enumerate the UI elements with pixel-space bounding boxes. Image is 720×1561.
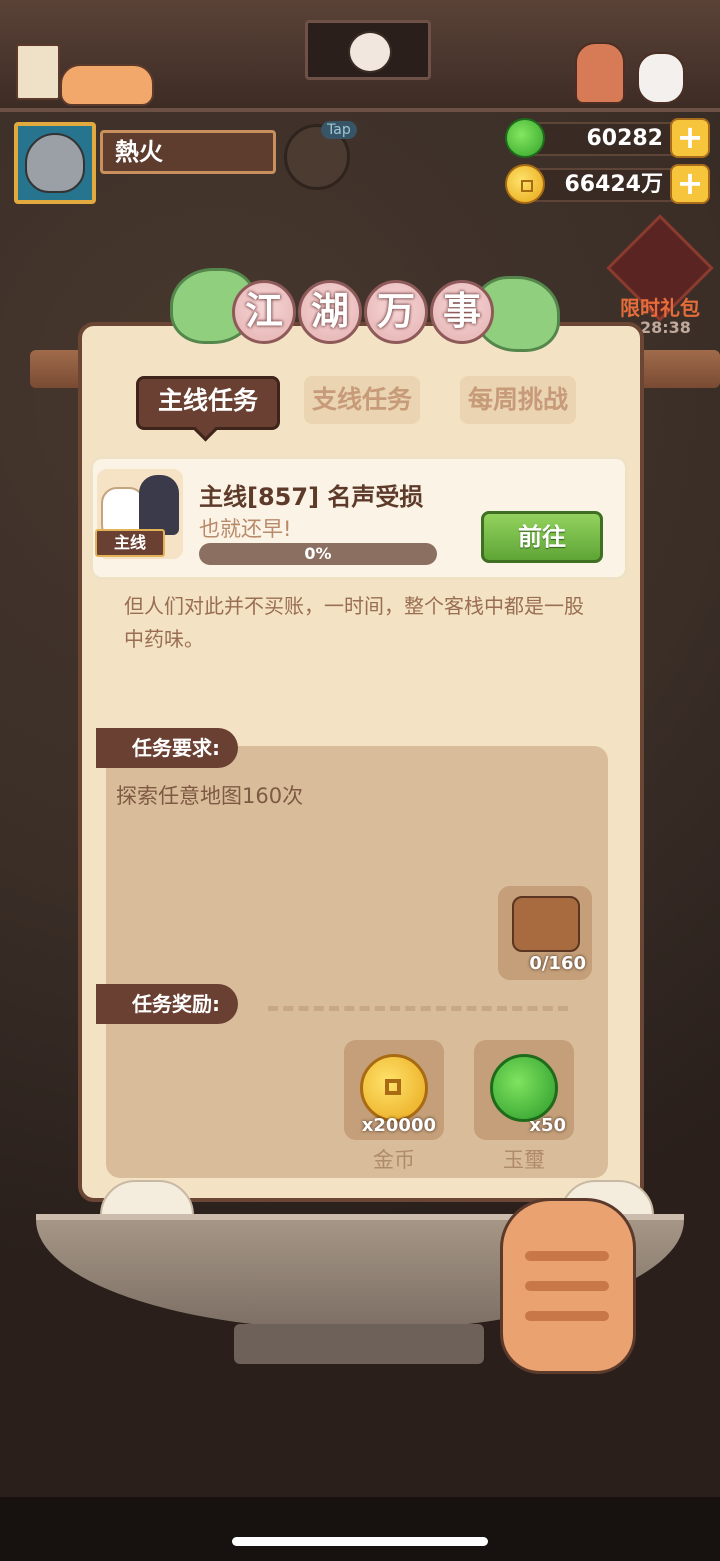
jade-icon [505,118,545,158]
gold-currency: 66424万 + [505,164,710,204]
add-jade-button[interactable]: + [670,118,710,158]
explore-progress-card: 0/160 [498,886,592,980]
explore-icon [512,896,580,952]
bowl-base [234,1324,484,1364]
top-decoration-bar [0,0,720,112]
reward-qty: x50 [529,1115,566,1136]
reward-item-jade[interactable]: x50 [474,1040,574,1140]
tap-hint-button[interactable]: Tap [284,121,357,190]
cat-stripe [525,1311,609,1321]
task-type-tag: 主线 [95,529,165,557]
task-progress-bar: 0% [199,543,437,565]
coin-icon [505,164,545,204]
task-description: 但人们对此并不买账，一时间，整个客栈中都是一股中药味。 [124,594,584,651]
divider [268,1006,568,1011]
limited-gift-timer: 28:38 [640,318,691,337]
cat-stripe [525,1251,609,1261]
climbing-cat-icon [500,1198,636,1374]
jade-icon [490,1054,558,1122]
jade-amount: 60282 [525,122,675,156]
reward-qty: x20000 [361,1115,436,1136]
white-cat-icon [637,52,685,104]
title-char: 万 [364,280,428,344]
panel-title: 江 湖 万 事 [170,268,560,358]
title-char: 事 [430,280,494,344]
swordsman-icon [139,475,179,535]
bottom-bar [0,1497,720,1561]
owl-face-icon [348,31,392,73]
task-subtitle: 也就还早! [199,517,292,541]
gold-amount: 66424万 [525,168,675,202]
task-card: 主线 主线[857] 名声受损 也就还早! 0% 前往 [90,456,628,580]
paw-sign-icon [16,44,60,100]
wolf-avatar-icon [25,133,85,193]
reward-item-coin[interactable]: x20000 [344,1040,444,1140]
tab-weekly-challenge[interactable]: 每周挑战 [460,376,576,424]
explore-count: 0/160 [529,953,586,974]
coin-icon [360,1054,428,1122]
title-char: 湖 [298,280,362,344]
home-indicator[interactable] [232,1537,488,1546]
sleeping-cat-icon [60,64,154,106]
tap-label: Tap [321,121,357,139]
player-name: 熱火 [100,130,276,174]
title-char: 江 [232,280,296,344]
progress-text: 0% [304,544,332,563]
quest-tabs: 主线任务 支线任务 每周挑战 [136,376,586,436]
avatar[interactable] [14,122,96,204]
tab-side-quest[interactable]: 支线任务 [304,376,420,424]
characters-decoration [575,42,685,104]
add-gold-button[interactable]: + [670,164,710,204]
requirement-label: 任务要求: [96,728,238,768]
task-title: 主线[857] 名声受损 [199,483,424,511]
player-info[interactable]: 熱火 [14,122,276,208]
cat-stripe [525,1281,609,1291]
requirement-text: 探索任意地图160次 [116,784,304,808]
hanging-sign [305,20,431,80]
go-button[interactable]: 前往 [481,511,603,563]
girl-character-icon [575,42,625,104]
reward-name: 金币 [373,1148,415,1172]
reward-name: 玉璽 [503,1148,545,1172]
limited-gift-label: 限时礼包 [620,296,700,320]
reward-label: 任务奖励: [96,984,238,1024]
jade-currency: 60282 + [505,118,710,158]
tab-main-quest[interactable]: 主线任务 [136,376,280,430]
